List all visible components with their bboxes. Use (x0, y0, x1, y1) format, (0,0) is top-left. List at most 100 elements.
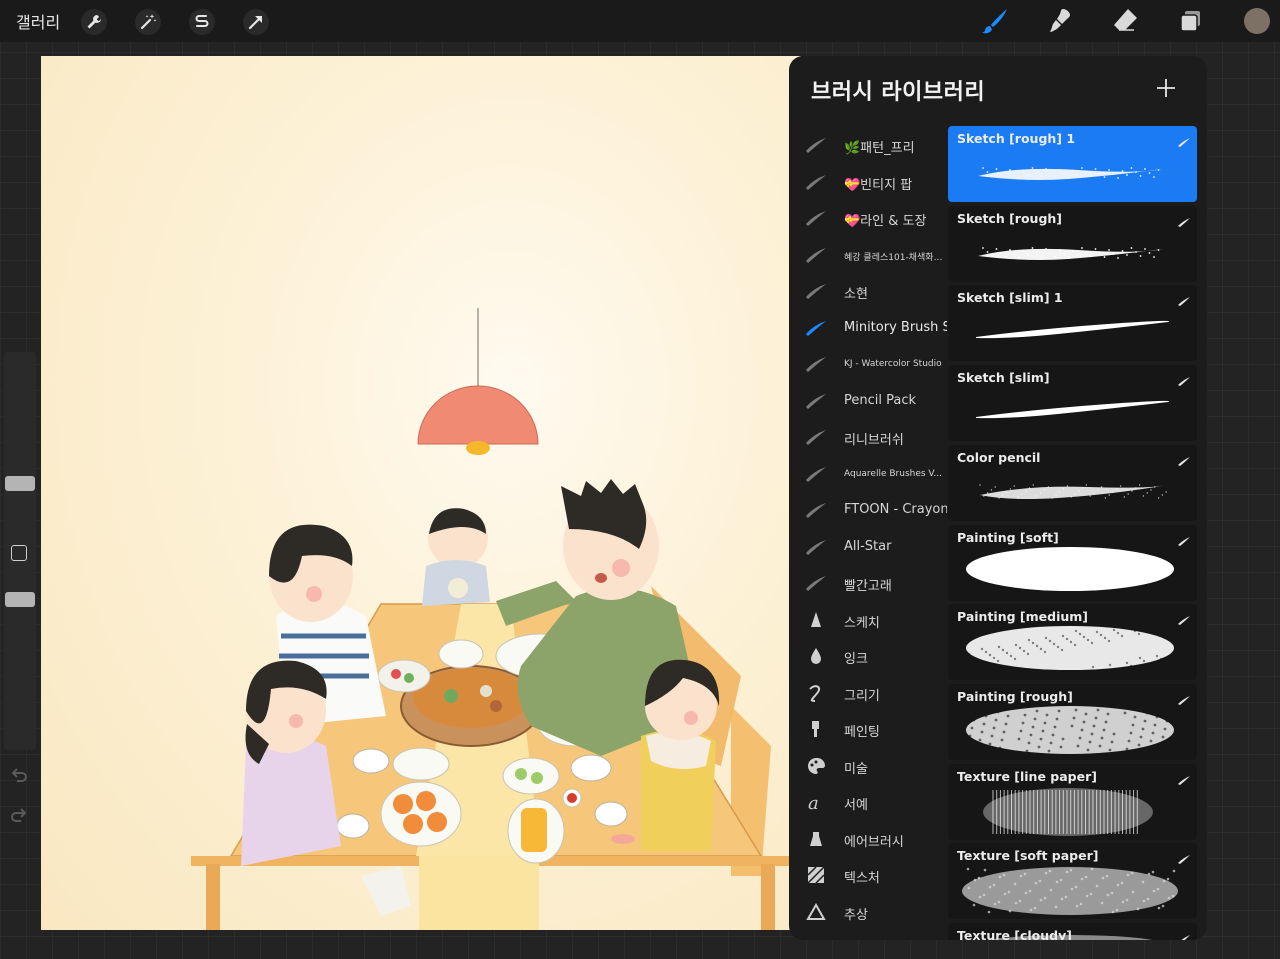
brush-set-item[interactable]: 혜강 클레스101-채색화… (789, 238, 947, 272)
stroke-thumb-icon (805, 465, 827, 483)
brush-name: Painting [rough] (957, 688, 1073, 704)
triangle-icon (805, 902, 827, 921)
brush-item[interactable]: Sketch [rough] (948, 205, 1197, 282)
brush-item[interactable]: Texture [cloudy] (948, 923, 1197, 940)
brush-set-item[interactable]: a 서예 (789, 785, 947, 819)
brush-set-label: 텍스처 (844, 871, 880, 886)
magic-wand-icon[interactable] (135, 9, 161, 35)
undo-icon[interactable] (9, 765, 29, 785)
brush-set-item[interactable]: 리니브러쉬 (789, 420, 947, 454)
add-brush-icon[interactable] (1154, 76, 1178, 100)
brush-stroke-tag-icon (1177, 610, 1191, 626)
brush-set-item[interactable]: All-Star (789, 530, 947, 564)
brush-stroke-tag-icon (1177, 531, 1191, 546)
brush-name: Sketch [rough] 1 (957, 131, 1076, 146)
brush-set-item[interactable]: 추상 (789, 895, 947, 929)
calligraphy-icon: a (805, 793, 827, 814)
brush-stroke-tag-icon (1177, 849, 1191, 865)
brush-set-item[interactable]: FTOON - Crayon (789, 493, 947, 527)
brush-stroke-tag-icon (1177, 212, 1191, 227)
brush-set-label: All-Star (844, 538, 892, 554)
brush-set-item[interactable]: 스케치 (789, 603, 947, 637)
stroke-thumb-icon (805, 319, 827, 337)
brush-set-label: 💝빈티지 팝 (844, 177, 913, 193)
brush-set-label: Minitory Brush Set (844, 319, 947, 335)
palette-icon (805, 757, 827, 775)
brush-item[interactable]: Color pencil (948, 444, 1197, 521)
brush-stroke-tag-icon (1177, 371, 1191, 387)
brush-set-label: 🌿패턴_프리 (844, 141, 915, 156)
opacity-slider[interactable] (5, 592, 35, 607)
brush-stroke-preview (958, 228, 1187, 282)
brush-set-label: 서예 (844, 798, 868, 813)
brush-item[interactable]: Sketch [slim] (948, 365, 1197, 442)
brush-set-label: Pencil Pack (844, 392, 917, 408)
brush-item[interactable]: Painting [soft] (948, 524, 1197, 601)
brush-item[interactable]: Texture [soft paper] (948, 843, 1197, 920)
ink-drop-icon (805, 647, 827, 665)
brush-size-slider[interactable] (5, 476, 35, 491)
brush-stroke-preview (958, 148, 1187, 202)
brush-stroke-tag-icon (1177, 451, 1191, 466)
smudge-icon[interactable] (1045, 6, 1075, 36)
brush-set-item[interactable]: Pencil Pack (789, 384, 947, 418)
family-dinner-illustration (191, 308, 791, 930)
stroke-thumb-icon (805, 173, 827, 191)
brush-set-item[interactable]: 페인팅 (789, 712, 947, 746)
brush-set-item[interactable]: 잉크 (789, 639, 947, 673)
brush-stroke-preview (958, 626, 1187, 680)
gallery-button[interactable]: 갤러리 (16, 9, 60, 33)
brush-item[interactable]: Sketch [slim] 1 (948, 285, 1197, 362)
stroke-thumb-icon (805, 136, 827, 154)
modify-button[interactable] (11, 545, 27, 561)
brush-set-label: 잉크 (844, 652, 868, 667)
brush-set-item[interactable]: 💝빈티지 팝 (789, 165, 947, 199)
brush-stroke-tag-icon (1177, 929, 1191, 940)
brush-item[interactable]: Painting [rough] (948, 683, 1197, 760)
brush-set-item[interactable]: Aquarelle Brushes V... (789, 457, 947, 491)
brush-set-label: Aquarelle Brushes V... (844, 468, 943, 479)
brush-stroke-preview (958, 387, 1187, 441)
drawing-canvas[interactable] (41, 56, 801, 930)
brush-name: Painting [medium] (957, 609, 1088, 625)
brush-stroke-tag-icon (1177, 770, 1191, 785)
brush-item[interactable]: Texture [line paper] (948, 763, 1197, 840)
brush-stroke-tag-icon (1177, 690, 1191, 705)
brush-set-item[interactable]: KJ - Watercolor Studio (789, 347, 947, 381)
brush-set-item[interactable]: 그리기 (789, 676, 947, 710)
brush-stroke-tag-icon (1177, 291, 1191, 307)
brush-set-label: 혜강 클레스101-채색화… (844, 252, 943, 263)
brush-set-label: 추상 (844, 907, 868, 923)
stroke-thumb-icon (805, 246, 827, 264)
eraser-icon[interactable] (1110, 6, 1140, 36)
selection-icon[interactable] (189, 9, 215, 35)
layers-icon[interactable] (1176, 6, 1206, 36)
brush-icon[interactable] (980, 6, 1010, 36)
brush-set-label: KJ - Watercolor Studio (844, 359, 942, 369)
brush-name: Texture [line paper] (957, 768, 1097, 784)
brush-set-item[interactable]: 💝라인 & 도장 (789, 201, 947, 235)
brush-item[interactable]: Sketch [rough] 1 (948, 126, 1197, 202)
brush-set-item[interactable]: 미술 (789, 749, 947, 783)
brush-set-item[interactable]: 텍스처 (789, 858, 947, 892)
brush-name: Sketch [rough] (957, 210, 1063, 226)
redo-icon[interactable] (9, 805, 29, 825)
wrench-icon[interactable] (81, 9, 107, 35)
transform-arrow-icon[interactable] (243, 9, 269, 35)
pencil-tip-icon (805, 611, 827, 629)
stroke-thumb-icon (805, 355, 827, 373)
brush-library-panel: 브러시 라이브러리 🌿패턴_프리 💝빈티지 팝 💝라인 & 도장 혜강 클레스101-… (789, 56, 1207, 940)
brush-set-item[interactable]: 소현 (789, 274, 947, 308)
color-picker-icon[interactable] (1244, 8, 1270, 34)
brush-stroke-preview (958, 705, 1187, 760)
brush-set-label: 빨간고래 (844, 579, 892, 594)
brush-set-item[interactable]: 빨간고래 (789, 566, 947, 600)
brush-stroke-preview (958, 307, 1187, 361)
brush-set-item[interactable]: Minitory Brush Set (789, 311, 947, 345)
brush-set-label: FTOON - Crayon (844, 502, 947, 517)
brush-set-label: 페인팅 (844, 725, 880, 740)
brush-set-item[interactable]: 🌿패턴_프리 (789, 128, 947, 162)
brush-item[interactable]: Painting [medium] (948, 604, 1197, 681)
brush-name: Sketch [slim] 1 (957, 290, 1063, 306)
brush-set-item[interactable]: 에어브러시 (789, 822, 947, 856)
